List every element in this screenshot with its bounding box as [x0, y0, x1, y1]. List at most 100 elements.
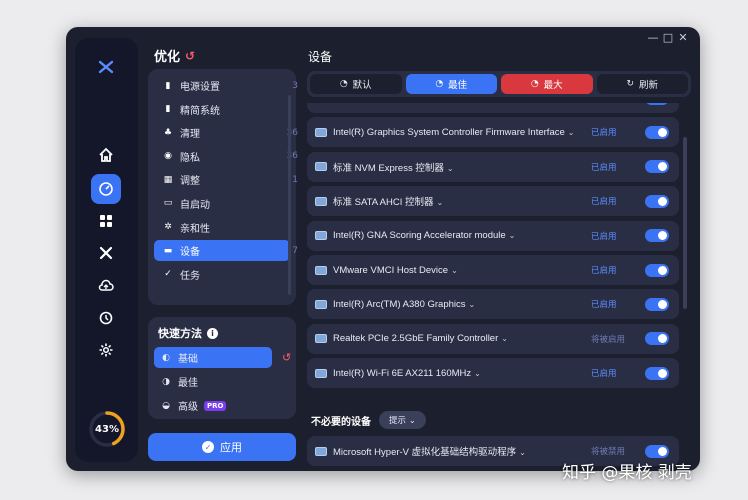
sidebar-item[interactable]: ▦ 调整 1 [154, 169, 298, 190]
category-label: 清理 [180, 129, 200, 141]
device-row[interactable]: 标准 NVM Express 控制器 ⌄ 已启用 [307, 151, 679, 182]
device-toggle[interactable] [645, 194, 669, 208]
app-logo-icon [97, 58, 115, 76]
device-name: Intel(R) Wi-Fi 6E AX211 160MHz ⌄ [333, 367, 481, 379]
cloud-upload-icon[interactable] [91, 271, 121, 301]
category-icon: ◉ [164, 151, 172, 162]
category-icon: ♣ [163, 127, 173, 138]
device-name: 标准 NVM Express 控制器 ⌄ [333, 162, 454, 174]
chevron-down-icon[interactable]: ⌄ [451, 266, 458, 275]
chevron-down-icon[interactable]: ⌄ [436, 198, 443, 207]
category-icon: ▬ [163, 245, 173, 256]
sidebar-item[interactable]: ◉ 隐私 36 [154, 146, 298, 167]
page-title: 优化 ↺ [154, 46, 195, 66]
category-icon: ✲ [164, 222, 172, 233]
reset-icon[interactable]: ↺ [282, 351, 291, 364]
optimize-title: 优化 [154, 50, 181, 65]
device-name: Intel(R) Management Engine Interface #1⌄ [333, 103, 591, 104]
speedometer-icon[interactable] [91, 174, 121, 204]
history-icon[interactable] [91, 303, 121, 333]
maximize-button[interactable]: □ [661, 31, 675, 44]
category-icon: ✓ [164, 269, 172, 280]
device-list-scrollbar[interactable] [683, 137, 687, 309]
tab-max[interactable]: ◔ 最大 [501, 74, 593, 94]
score-label: 43% [95, 423, 119, 435]
sidebar-item[interactable]: ▬ 设备 7 [154, 240, 298, 262]
tab-label: 最佳 [448, 80, 468, 91]
sidebar-item[interactable]: ✲ 亲和性 [154, 217, 290, 238]
chevron-down-icon[interactable]: ⌄ [447, 164, 454, 173]
chevron-down-icon[interactable]: ⌄ [509, 231, 516, 240]
close-button[interactable]: ✕ [676, 31, 690, 44]
info-icon[interactable]: i [207, 327, 218, 339]
quick-methods-panel: 快速方法 i ◐ 基础 ↺ ◑ 最佳 ◒ 高级 PRO [148, 317, 296, 419]
quick-method-item[interactable]: ◑ 最佳 [154, 371, 290, 392]
minimize-button[interactable]: — [646, 31, 660, 44]
device-status: 已启用 [591, 230, 617, 241]
device-row[interactable]: Intel(R) GNA Scoring Accelerator module ⌄… [307, 220, 679, 251]
chevron-down-icon[interactable]: ⌄ [568, 128, 575, 137]
device-toggle[interactable] [645, 332, 669, 346]
category-label: 自启动 [180, 199, 210, 211]
device-icon [315, 368, 327, 378]
device-name: Intel(R) GNA Scoring Accelerator module ⌄ [333, 230, 516, 242]
chevron-down-icon[interactable]: ⌄ [474, 369, 481, 378]
gauge-icon: ◔ [435, 79, 444, 89]
chevron-down-icon[interactable]: ⌄ [469, 300, 476, 309]
category-scrollbar[interactable] [288, 95, 291, 295]
device-toggle[interactable] [645, 444, 669, 458]
category-icon: ▦ [163, 174, 173, 185]
sidebar-item[interactable]: ▮ 精简系统 [154, 99, 290, 120]
chevron-down-icon[interactable]: ⌄ [519, 448, 526, 457]
device-toggle[interactable] [645, 263, 669, 277]
device-toggle[interactable] [645, 297, 669, 311]
tab-default[interactable]: ◔ 默认 [310, 74, 402, 94]
device-row[interactable]: Intel(R) Graphics System Controller Firm… [307, 117, 679, 148]
device-row[interactable]: Intel(R) Arc(TM) A380 Graphics ⌄ 已启用 [307, 289, 679, 320]
device-icon [315, 446, 327, 456]
category-label: 精简系统 [180, 105, 220, 117]
tools-icon[interactable] [91, 238, 121, 268]
sidebar-item[interactable]: ♣ 清理 36 [154, 122, 298, 143]
device-toggle[interactable] [645, 125, 669, 139]
device-row[interactable]: Intel(R) Management Engine Interface #1⌄… [307, 103, 679, 113]
gear-icon[interactable] [91, 335, 121, 365]
device-status: 已启用 [591, 196, 617, 207]
device-row[interactable]: VMware VMCI Host Device ⌄ 已启用 [307, 255, 679, 285]
device-row[interactable]: Realtek PCIe 2.5GbE Family Controller ⌄ 将被… [307, 323, 679, 354]
home-icon[interactable] [91, 140, 121, 170]
device-status: 已启用 [591, 103, 645, 104]
quick-method-item[interactable]: ◒ 高级 PRO [154, 395, 290, 416]
quick-method-item[interactable]: ◐ 基础 ↺ [154, 347, 291, 368]
category-count: 3 [292, 80, 298, 91]
method-label: 最佳 [178, 378, 198, 389]
device-toggle[interactable] [645, 366, 669, 380]
unneeded-title: 不必要的设备 [311, 416, 371, 428]
tab-label: 默认 [352, 80, 372, 91]
device-row[interactable]: 标准 SATA AHCI 控制器 ⌄ 已启用 [307, 186, 679, 217]
device-icon [315, 127, 327, 137]
device-status: 将被禁用 [591, 446, 626, 456]
device-row[interactable]: Intel(R) Wi-Fi 6E AX211 160MHz ⌄ 已启用 [307, 358, 679, 389]
tab-best[interactable]: ◔ 最佳 [405, 74, 497, 94]
device-name: Intel(R) Arc(TM) A380 Graphics ⌄ [333, 298, 476, 310]
device-toggle[interactable] [645, 229, 669, 243]
reset-icon[interactable]: ↺ [185, 49, 195, 63]
sidebar-item[interactable]: ▮ 电源设置 3 [154, 75, 298, 96]
sidebar-item[interactable]: ▭ 自启动 [154, 193, 290, 214]
tab-refresh[interactable]: ↻ 刷新 [596, 74, 688, 94]
chevron-down-icon[interactable]: ⌄ [501, 334, 508, 343]
category-label: 隐私 [180, 152, 200, 164]
icon-rail: 43% [75, 38, 138, 462]
device-toggle[interactable] [645, 160, 669, 174]
device-toggle[interactable] [645, 103, 669, 105]
quick-methods-title: 快速方法 [158, 327, 202, 340]
tab-label: 刷新 [639, 80, 659, 91]
category-icon: ▭ [163, 198, 173, 209]
device-icon [315, 299, 327, 309]
apps-icon[interactable] [91, 206, 121, 236]
hint-button[interactable]: 提示 ⌄ [379, 411, 426, 429]
apply-button[interactable]: ✓ 应用 [148, 433, 296, 461]
category-icon: ▮ [165, 80, 171, 91]
sidebar-item[interactable]: ✓ 任务 [154, 264, 290, 285]
